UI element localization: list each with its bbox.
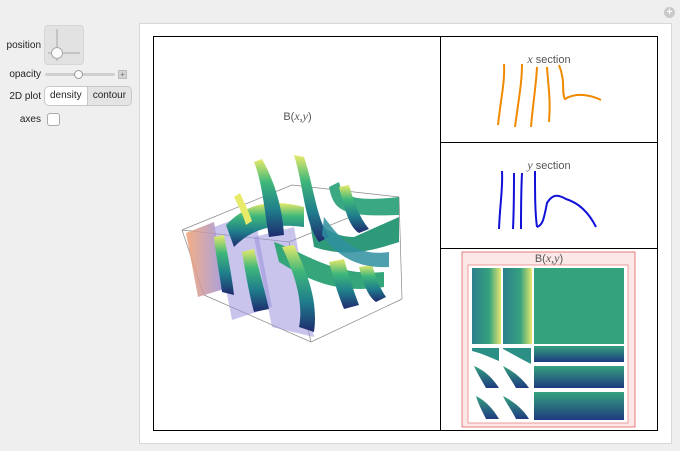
y-section-plot[interactable] — [441, 143, 657, 249]
density-region — [534, 268, 624, 344]
axes-checkbox[interactable] — [47, 113, 60, 126]
density-plot[interactable] — [441, 249, 657, 430]
opacity-label: opacity — [9, 69, 41, 80]
position-pad[interactable] — [44, 25, 84, 65]
axes-label: axes — [19, 114, 41, 125]
y-section-curve — [536, 194, 597, 228]
y-section-curve — [534, 170, 538, 228]
add-icon[interactable]: + — [664, 7, 675, 18]
y-section-curve — [498, 170, 504, 230]
plot2d-density-button[interactable]: density — [44, 86, 88, 106]
position-label: position — [6, 40, 41, 51]
x-section-curve — [497, 63, 506, 126]
opacity-slider-thumb[interactable] — [74, 70, 83, 79]
plot2d-label: 2D plot — [9, 91, 41, 102]
main-3d-plot-cell: B(x,y) — [154, 37, 441, 430]
box-edge — [398, 196, 403, 300]
x-section-curve — [546, 66, 551, 123]
x-section-plot[interactable] — [441, 37, 657, 143]
y-section-curve — [520, 172, 523, 230]
x-section-curve — [514, 63, 523, 128]
y-section-curve — [512, 172, 515, 230]
density-plot-cell: B(x,y) — [441, 249, 657, 430]
density-plot-title: B(x,y) — [534, 251, 564, 265]
main-3d-plot[interactable] — [154, 37, 441, 430]
density-region — [534, 366, 624, 388]
x-section-curve — [558, 64, 602, 101]
y-section-plot-cell: y section — [441, 143, 657, 249]
opacity-slider[interactable] — [45, 70, 115, 79]
density-region — [472, 268, 501, 344]
x-section-plot-cell: x section — [441, 37, 657, 143]
plot2d-contour-button[interactable]: contour — [87, 86, 133, 106]
plot-grid: B(x,y) x section y section B(x,y) — [153, 36, 658, 431]
density-region — [503, 268, 532, 344]
plot2d-selector: density contour — [44, 86, 133, 106]
x-section-curve — [530, 66, 538, 128]
density-region — [534, 346, 624, 362]
density-region — [534, 392, 624, 420]
position-pad-knob[interactable] — [51, 47, 63, 59]
opacity-expand-icon[interactable]: + — [118, 70, 127, 79]
